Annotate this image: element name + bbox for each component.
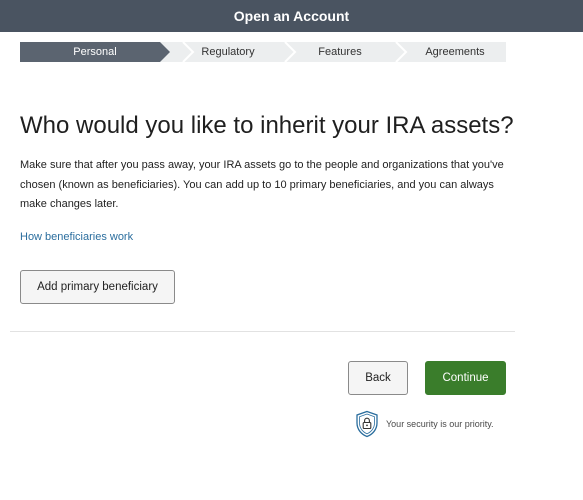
page-header-title: Open an Account	[233, 8, 350, 24]
step-label: Personal	[73, 46, 117, 58]
security-notice: Your security is our priority.	[355, 410, 494, 438]
page-description: Make sure that after you pass away, your…	[20, 159, 504, 210]
step-regulatory: Regulatory	[170, 42, 286, 62]
how-beneficiaries-work-link[interactable]: How beneficiaries work	[20, 231, 133, 243]
divider	[10, 331, 515, 332]
add-primary-beneficiary-button[interactable]: Add primary beneficiary	[20, 270, 175, 304]
header-bar: Open an Account	[0, 0, 583, 32]
step-label: Features	[318, 46, 362, 58]
page-title: Who would you like to inherit your IRA a…	[20, 112, 514, 139]
progress-steps: Personal Regulatory Features Agreements	[20, 42, 506, 62]
step-label: Agreements	[425, 46, 485, 58]
step-personal: Personal	[20, 42, 170, 62]
security-text: Your security is our priority.	[386, 419, 494, 429]
continue-button[interactable]: Continue	[425, 361, 506, 395]
back-button[interactable]: Back	[348, 361, 408, 395]
step-agreements: Agreements	[404, 42, 506, 62]
shield-lock-icon	[356, 410, 378, 438]
step-label: Regulatory	[201, 46, 255, 58]
step-features: Features	[286, 42, 394, 62]
